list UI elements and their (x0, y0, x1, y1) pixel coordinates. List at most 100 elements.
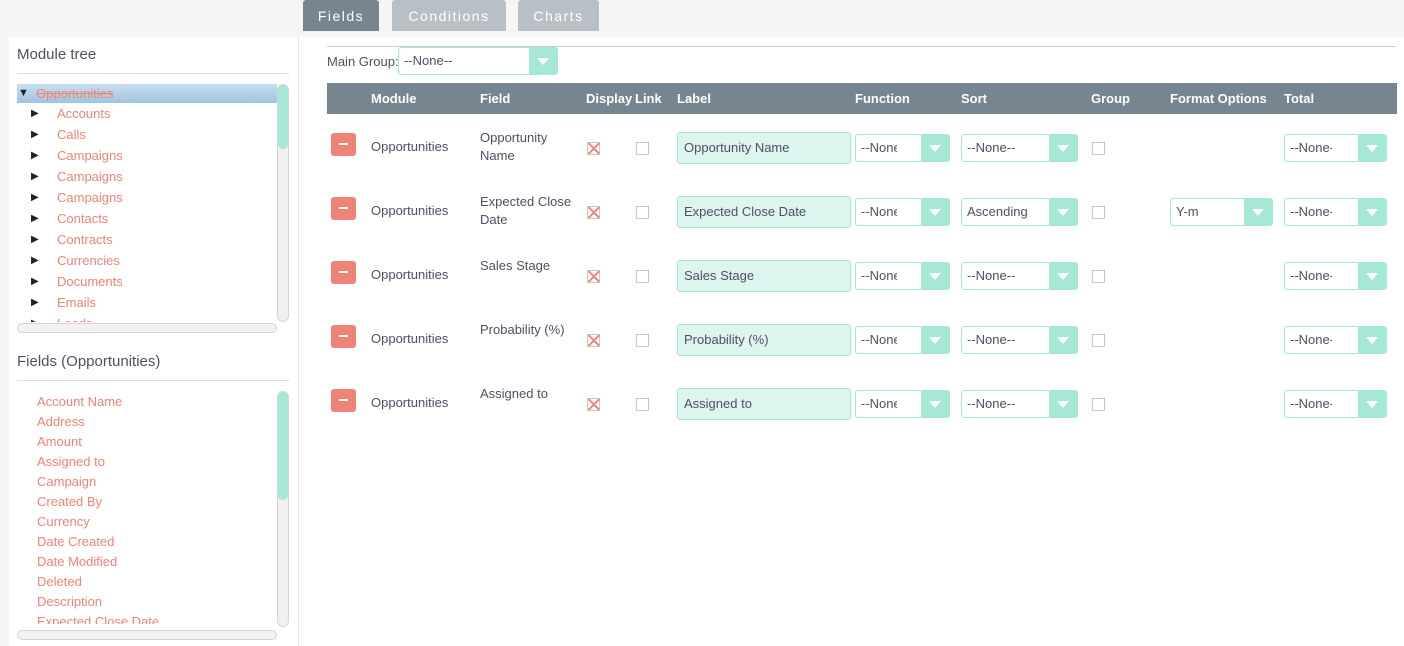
chevron-down-icon[interactable] (1358, 263, 1386, 289)
field-item[interactable]: Campaign (37, 472, 277, 492)
label-input[interactable]: Probability (%) (677, 324, 851, 356)
chevron-down-icon[interactable] (1049, 263, 1077, 289)
tree-node[interactable]: ▶ Documents (17, 271, 277, 292)
tree-node[interactable]: ▶ Calls (17, 124, 277, 145)
chevron-down-icon[interactable] (921, 135, 949, 161)
label-input[interactable]: Assigned to (677, 388, 851, 420)
tree-node[interactable]: ▶ Campaigns (17, 187, 277, 208)
caret-down-icon[interactable]: ▼ (18, 84, 29, 103)
field-item[interactable]: Date Created (37, 532, 277, 552)
function-select[interactable]: --None-- (855, 198, 950, 226)
total-select[interactable]: --None-- (1284, 390, 1387, 418)
chevron-down-icon[interactable] (1358, 327, 1386, 353)
caret-right-icon[interactable]: ▶ (31, 124, 39, 145)
function-select[interactable]: --None-- (855, 390, 950, 418)
module-tree-hscroll[interactable] (17, 323, 277, 333)
link-checkbox[interactable] (636, 142, 649, 155)
chevron-down-icon[interactable] (921, 391, 949, 417)
tab-charts[interactable]: Charts (518, 0, 599, 31)
chevron-down-icon[interactable] (921, 263, 949, 289)
group-checkbox[interactable] (1092, 270, 1105, 283)
label-input[interactable]: Expected Close Date (677, 196, 851, 228)
tree-node[interactable]: ▶ Emails (17, 292, 277, 313)
tree-node-opportunities[interactable]: ▼ Opportunities (17, 84, 277, 103)
field-item[interactable]: Account Name (37, 392, 277, 412)
chevron-down-icon[interactable] (1049, 199, 1077, 225)
link-checkbox[interactable] (636, 270, 649, 283)
remove-icon[interactable] (331, 197, 356, 220)
display-checkbox[interactable] (587, 142, 600, 155)
field-item[interactable]: Address (37, 412, 277, 432)
remove-icon[interactable] (331, 261, 356, 284)
sort-select[interactable]: --None-- (961, 390, 1078, 418)
chevron-down-icon[interactable] (1244, 199, 1272, 225)
total-select[interactable]: --None-- (1284, 134, 1387, 162)
field-item[interactable]: Currency (37, 512, 277, 532)
chevron-down-icon[interactable] (1049, 391, 1077, 417)
display-checkbox[interactable] (587, 270, 600, 283)
link-checkbox[interactable] (636, 398, 649, 411)
total-select[interactable]: --None-- (1284, 326, 1387, 354)
chevron-down-icon[interactable] (921, 327, 949, 353)
group-checkbox[interactable] (1092, 206, 1105, 219)
chevron-down-icon[interactable] (921, 199, 949, 225)
caret-right-icon[interactable]: ▶ (31, 208, 39, 229)
caret-right-icon[interactable]: ▶ (31, 229, 39, 250)
caret-right-icon[interactable]: ▶ (31, 292, 39, 313)
module-tree-vscroll[interactable] (277, 84, 289, 322)
field-item[interactable]: Deleted (37, 572, 277, 592)
field-item[interactable]: Amount (37, 432, 277, 452)
caret-right-icon[interactable]: ▶ (31, 103, 39, 124)
function-select[interactable]: --None-- (855, 262, 950, 290)
field-item[interactable]: Expected Close Date (37, 612, 277, 624)
display-checkbox[interactable] (587, 334, 600, 347)
chevron-down-icon[interactable] (1049, 327, 1077, 353)
display-checkbox[interactable] (587, 398, 600, 411)
tree-node[interactable]: ▶ Currencies (17, 250, 277, 271)
sort-select[interactable]: --None-- (961, 262, 1078, 290)
tree-node[interactable]: ▶ Contacts (17, 208, 277, 229)
scroll-thumb[interactable] (278, 392, 288, 500)
tree-node[interactable]: ▶ Accounts (17, 103, 277, 124)
tab-fields[interactable]: Fields (303, 0, 379, 31)
total-select[interactable]: --None-- (1284, 262, 1387, 290)
field-item[interactable]: Description (37, 592, 277, 612)
chevron-down-icon[interactable] (529, 48, 557, 74)
scroll-thumb[interactable] (278, 85, 288, 149)
label-input[interactable]: Opportunity Name (677, 132, 851, 164)
sort-select[interactable]: Ascending (961, 198, 1078, 226)
tab-conditions[interactable]: Conditions (392, 0, 506, 31)
chevron-down-icon[interactable] (1358, 199, 1386, 225)
link-checkbox[interactable] (636, 334, 649, 347)
display-checkbox[interactable] (587, 206, 600, 219)
group-checkbox[interactable] (1092, 142, 1105, 155)
label-input[interactable]: Sales Stage (677, 260, 851, 292)
caret-right-icon[interactable]: ▶ (31, 187, 39, 208)
group-checkbox[interactable] (1092, 398, 1105, 411)
chevron-down-icon[interactable] (1358, 135, 1386, 161)
chevron-down-icon[interactable] (1049, 135, 1077, 161)
tree-node[interactable]: ▶ Campaigns (17, 145, 277, 166)
group-checkbox[interactable] (1092, 334, 1105, 347)
field-item[interactable]: Assigned to (37, 452, 277, 472)
field-item[interactable]: Date Modified (37, 552, 277, 572)
tree-node[interactable]: ▶ Campaigns (17, 166, 277, 187)
main-group-select[interactable]: --None-- (398, 47, 558, 75)
link-checkbox[interactable] (636, 206, 649, 219)
caret-right-icon[interactable]: ▶ (31, 166, 39, 187)
remove-icon[interactable] (331, 133, 356, 156)
remove-icon[interactable] (331, 389, 356, 412)
remove-icon[interactable] (331, 325, 356, 348)
format-options-select[interactable]: Y-m (1170, 198, 1273, 226)
tree-node[interactable]: ▶ Leads (17, 313, 277, 322)
fields-vscroll[interactable] (277, 391, 289, 627)
chevron-down-icon[interactable] (1358, 391, 1386, 417)
total-select[interactable]: --None-- (1284, 198, 1387, 226)
caret-right-icon[interactable]: ▶ (31, 145, 39, 166)
function-select[interactable]: --None-- (855, 134, 950, 162)
field-item[interactable]: Created By (37, 492, 277, 512)
fields-hscroll[interactable] (17, 630, 277, 640)
sort-select[interactable]: --None-- (961, 134, 1078, 162)
tree-node[interactable]: ▶ Contracts (17, 229, 277, 250)
sort-select[interactable]: --None-- (961, 326, 1078, 354)
